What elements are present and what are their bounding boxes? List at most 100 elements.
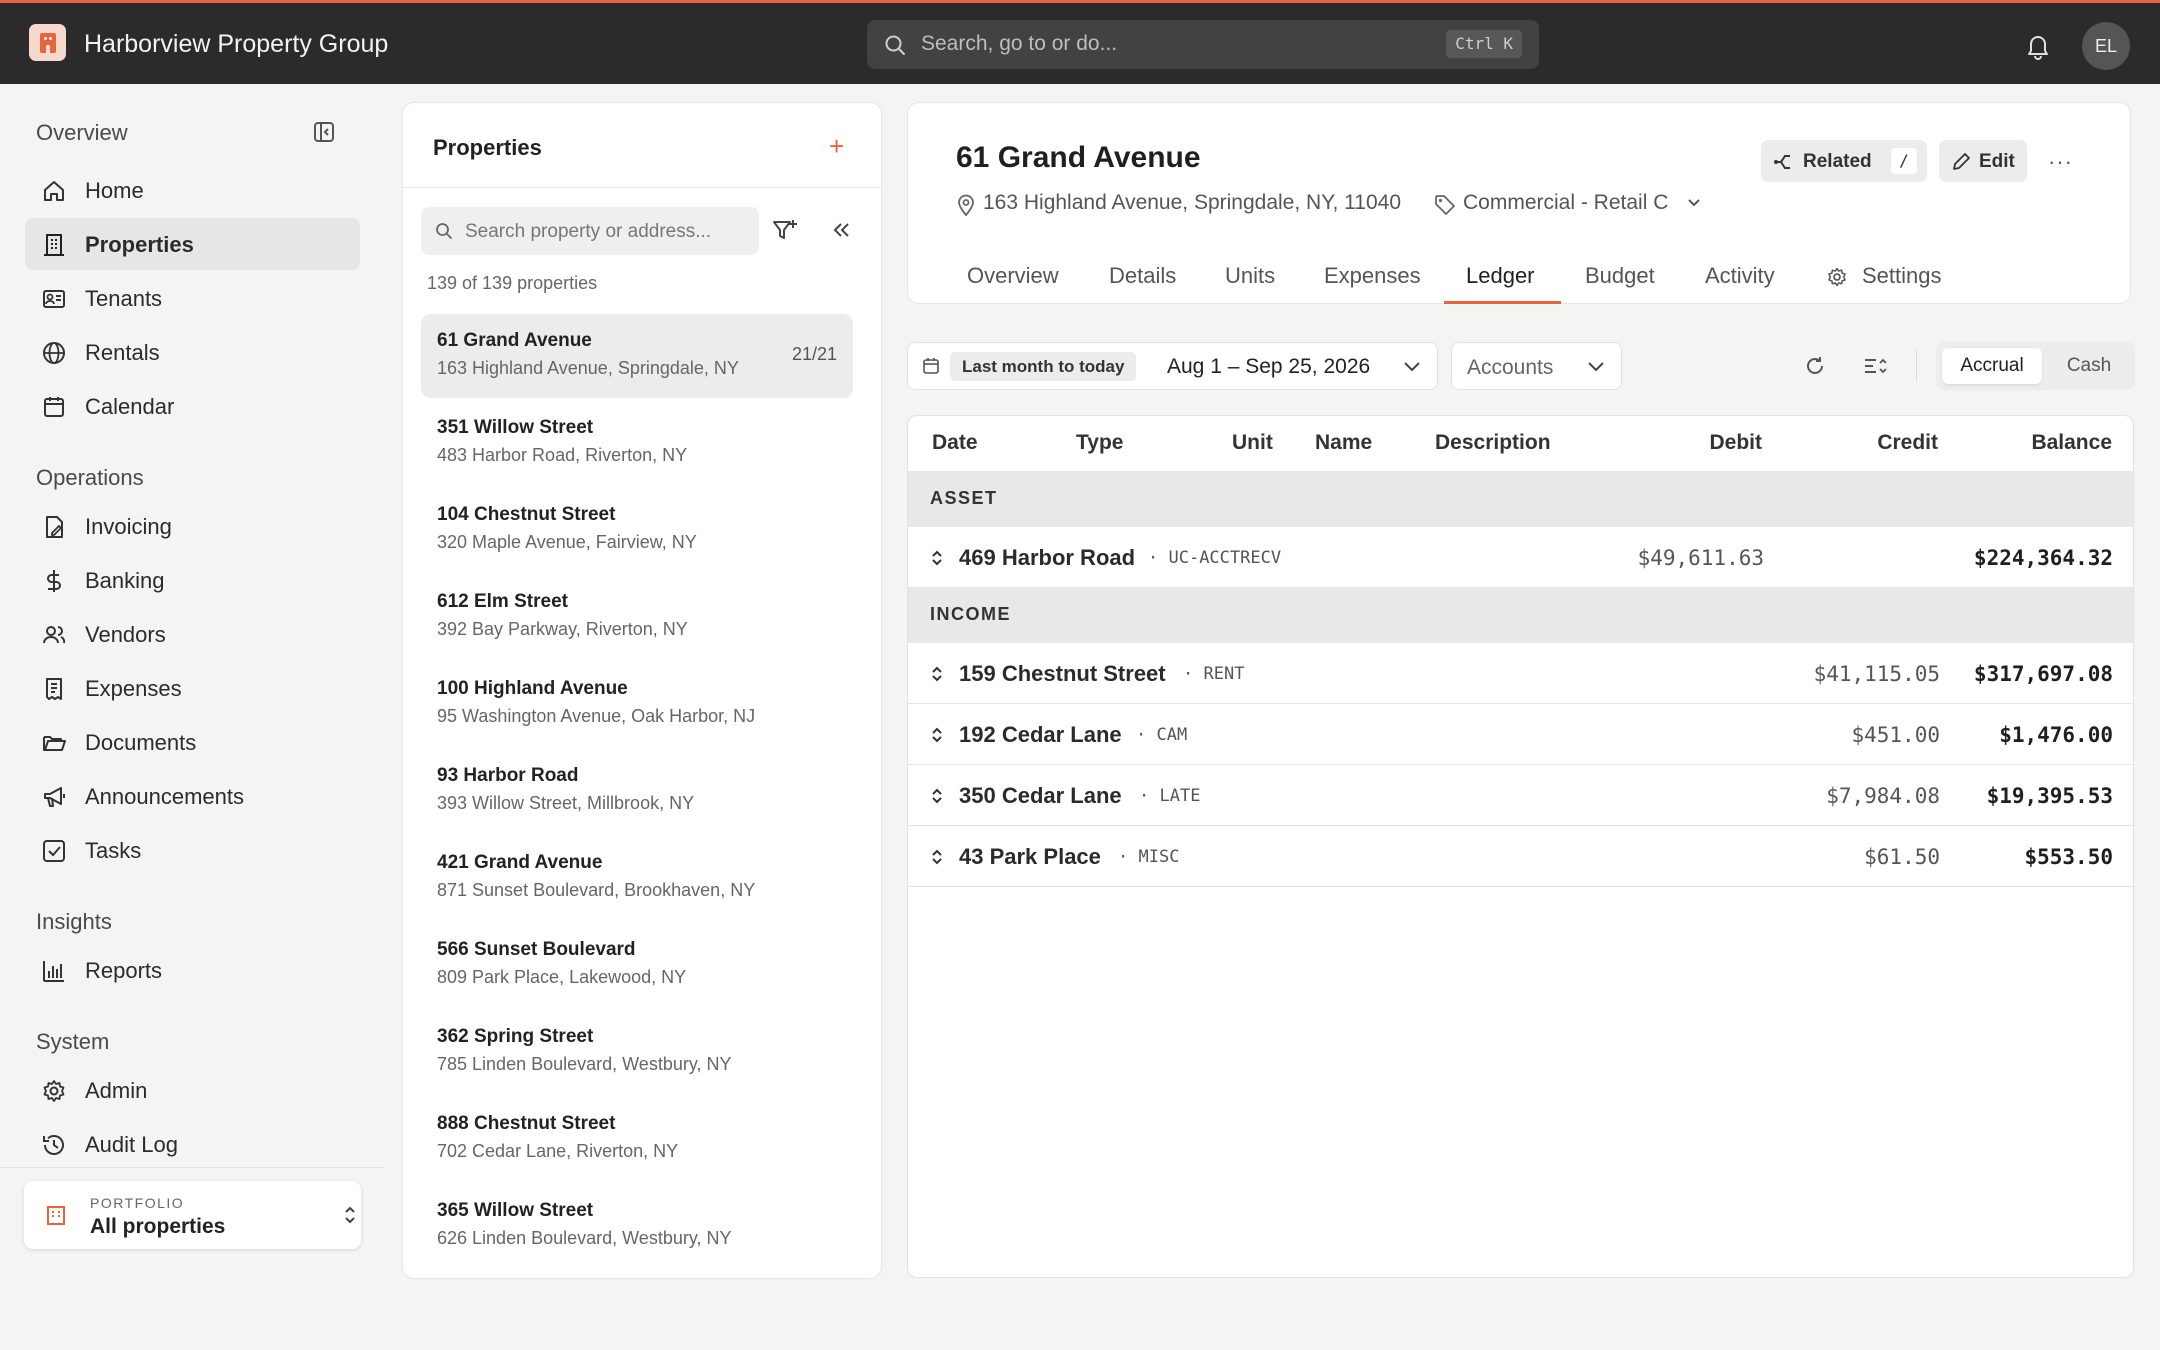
row-account-code: · RENT	[1183, 664, 1245, 684]
sidebar-item-admin[interactable]: Admin	[25, 1064, 360, 1116]
related-button[interactable]: Related /	[1761, 140, 1927, 182]
date-range-picker[interactable]: Last month to today Aug 1 – Sep 25, 2026	[907, 342, 1438, 390]
bell-icon[interactable]	[2025, 32, 2051, 60]
sidebar-item-tenants[interactable]: Tenants	[25, 272, 360, 324]
property-list-item[interactable]: 365 Willow Street 626 Linden Boulevard, …	[421, 1184, 853, 1268]
sidebar-item-home[interactable]: Home	[25, 164, 360, 216]
column-header-type[interactable]: Type	[1076, 431, 1123, 455]
tab-overview[interactable]: Overview	[967, 263, 1059, 289]
row-balance: $224,364.32	[1973, 546, 2113, 570]
section-title-insights: Insights	[36, 909, 112, 934]
row-density-icon[interactable]	[1862, 354, 1888, 378]
expand-icon[interactable]	[930, 725, 944, 745]
edit-button[interactable]: Edit	[1939, 140, 2027, 182]
search-shortcut-badge: Ctrl K	[1446, 30, 1522, 58]
expand-icon[interactable]	[930, 847, 944, 867]
ledger-group-header: ASSET	[908, 471, 2133, 527]
column-header-date[interactable]: Date	[932, 431, 978, 455]
accrual-option[interactable]: Accrual	[1942, 348, 2042, 384]
chevron-down-icon[interactable]	[1686, 197, 1702, 209]
tab-units[interactable]: Units	[1225, 263, 1275, 289]
property-list-item[interactable]: 104 Chestnut Street 320 Maple Avenue, Fa…	[421, 488, 853, 572]
table-row[interactable]: 43 Park Place · MISC $61.50 $553.50	[908, 826, 2133, 887]
property-name: 61 Grand Avenue	[437, 330, 592, 351]
portfolio-switcher[interactable]: PORTFOLIO All properties	[24, 1181, 361, 1249]
sidebar-item-label: Calendar	[85, 394, 175, 419]
tab-activity[interactable]: Activity	[1705, 263, 1775, 289]
sidebar-item-expenses[interactable]: Expenses	[25, 662, 360, 714]
tab-details[interactable]: Details	[1109, 263, 1176, 289]
property-list-item[interactable]: 566 Sunset Boulevard 809 Park Place, Lak…	[421, 923, 853, 1007]
expand-icon[interactable]	[930, 664, 944, 684]
chevrons-left-icon[interactable]	[831, 219, 853, 241]
table-row[interactable]: 159 Chestnut Street · RENT $41,115.05 $3…	[908, 643, 2133, 704]
property-list-item[interactable]: 362 Spring Street 785 Linden Boulevard, …	[421, 1010, 853, 1094]
property-search-input[interactable]: Search property or address...	[421, 207, 759, 255]
property-address: 871 Sunset Boulevard, Brookhaven, NY	[437, 880, 756, 900]
search-icon	[884, 34, 906, 56]
property-list-item[interactable]: 61 Grand Avenue 163 Highland Avenue, Spr…	[421, 314, 853, 398]
sidebar-item-invoicing[interactable]: Invoicing	[25, 500, 360, 552]
column-header-description[interactable]: Description	[1435, 431, 1551, 455]
tab-expenses[interactable]: Expenses	[1324, 263, 1421, 289]
tab-budget[interactable]: Budget	[1585, 263, 1655, 289]
pencil-icon	[1951, 152, 1971, 172]
property-list-item[interactable]: 93 Harbor Road 393 Willow Street, Millbr…	[421, 749, 853, 833]
refresh-icon[interactable]	[1803, 354, 1827, 378]
group-title: ASSET	[930, 488, 998, 508]
sidebar-item-rentals[interactable]: Rentals	[25, 326, 360, 378]
user-avatar[interactable]: EL	[2082, 22, 2130, 70]
edit-label: Edit	[1979, 151, 2015, 172]
search-placeholder: Search, go to or do...	[921, 32, 1118, 55]
sidebar-item-properties[interactable]: Properties	[25, 218, 360, 270]
column-header-debit[interactable]: Debit	[1668, 431, 1763, 455]
sidebar-item-vendors[interactable]: Vendors	[25, 608, 360, 660]
sidebar-item-label: Tasks	[85, 838, 142, 863]
property-address: 320 Maple Avenue, Fairview, NY	[437, 532, 697, 552]
sidebar-item-tasks[interactable]: Tasks	[25, 824, 360, 876]
sidebar-item-label: Documents	[85, 730, 197, 755]
map-pin-icon	[957, 194, 975, 216]
sidebar-item-documents[interactable]: Documents	[25, 716, 360, 768]
property-list-item[interactable]: 351 Willow Street 483 Harbor Road, River…	[421, 401, 853, 485]
column-header-balance[interactable]: Balance	[1998, 431, 2112, 455]
column-header-name[interactable]: Name	[1315, 431, 1372, 455]
tab-ledger[interactable]: Ledger	[1466, 263, 1535, 289]
filter-add-icon[interactable]	[771, 217, 799, 245]
row-name: 350 Cedar Lane	[959, 783, 1122, 808]
global-search[interactable]: Search, go to or do... Ctrl K	[867, 20, 1539, 69]
property-address: 626 Linden Boulevard, Westbury, NY	[437, 1228, 732, 1248]
gear-icon	[41, 1078, 67, 1104]
date-preset-chip[interactable]: Last month to today	[950, 352, 1137, 381]
organization-name[interactable]: Harborview Property Group	[84, 30, 388, 59]
property-list-item[interactable]: 888 Chestnut Street 702 Cedar Lane, Rive…	[421, 1097, 853, 1181]
table-row[interactable]: 469 Harbor Road · UC-ACCTRECV $49,611.63…	[908, 527, 2133, 588]
sidebar-item-reports[interactable]: Reports	[25, 944, 360, 996]
add-property-icon[interactable]: +	[829, 131, 844, 162]
property-list-item[interactable]: 421 Grand Avenue 871 Sunset Boulevard, B…	[421, 836, 853, 920]
sidebar-item-calendar[interactable]: Calendar	[25, 380, 360, 432]
table-row[interactable]: 192 Cedar Lane · CAM $451.00 $1,476.00	[908, 704, 2133, 765]
building-logo-icon[interactable]	[29, 24, 66, 61]
sidebar-item-banking[interactable]: Banking	[25, 554, 360, 606]
table-row[interactable]: 350 Cedar Lane · LATE $7,984.08 $19,395.…	[908, 765, 2133, 826]
properties-panel: Properties + Search property or address.…	[402, 102, 882, 1279]
search-placeholder: Search property or address...	[465, 221, 712, 242]
invoice-icon	[41, 514, 67, 540]
related-shortcut: /	[1891, 148, 1917, 174]
column-header-credit[interactable]: Credit	[1838, 431, 1938, 455]
column-header-unit[interactable]: Unit	[1232, 431, 1273, 455]
property-list-item[interactable]: 100 Highland Avenue 95 Washington Avenue…	[421, 662, 853, 746]
row-balance: $1,476.00	[1999, 723, 2113, 747]
sidebar-item-announcements[interactable]: Announcements	[25, 770, 360, 822]
sidebar-collapse-icon[interactable]	[312, 120, 336, 144]
property-units-count: 21/21	[791, 344, 837, 364]
cash-option[interactable]: Cash	[2054, 348, 2124, 384]
sidebar-item-audit-log[interactable]: Audit Log	[25, 1118, 360, 1170]
tab-settings[interactable]: Settings	[1862, 263, 1942, 289]
more-options-icon[interactable]: ···	[2048, 149, 2073, 175]
accounts-select[interactable]: Accounts	[1451, 342, 1622, 390]
expand-icon[interactable]	[930, 786, 944, 806]
property-list-item[interactable]: 612 Elm Street 392 Bay Parkway, Riverton…	[421, 575, 853, 659]
expand-icon[interactable]	[930, 548, 944, 568]
